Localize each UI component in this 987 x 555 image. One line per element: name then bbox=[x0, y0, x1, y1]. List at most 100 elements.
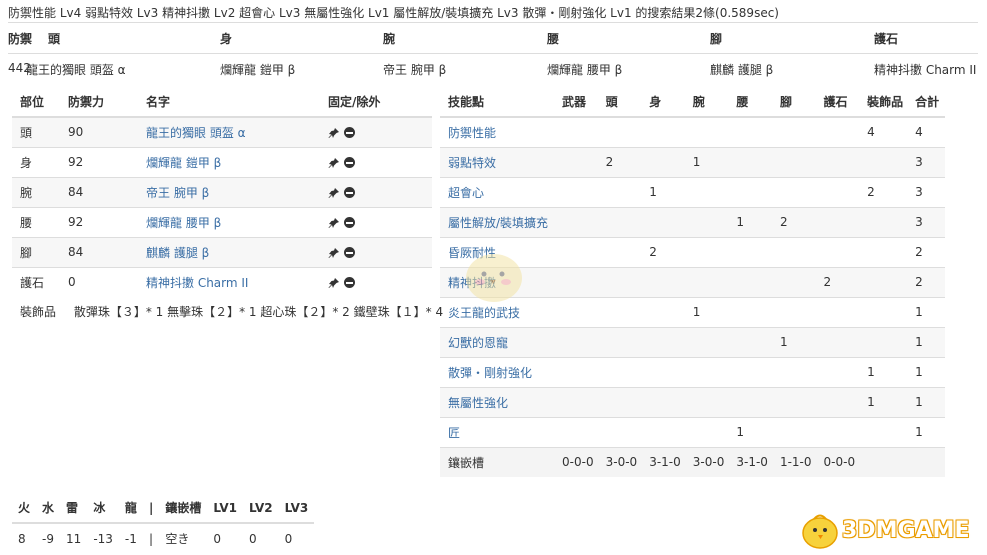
fix-exclude-cell bbox=[320, 237, 432, 267]
skill-row: 超會心 1 2 3 bbox=[440, 177, 946, 207]
exclude-icon[interactable] bbox=[344, 157, 355, 168]
equipment-part: 身 bbox=[20, 155, 33, 170]
pin-icon[interactable] bbox=[328, 157, 340, 169]
pin-icon[interactable] bbox=[328, 127, 340, 139]
equipment-name-link[interactable]: 帝王 腕甲 β bbox=[138, 177, 320, 207]
skill-point-cell bbox=[818, 327, 862, 357]
skill-point-cell bbox=[687, 267, 731, 297]
resistance-value-cell: 0 bbox=[248, 531, 257, 546]
skill-name-link[interactable]: 弱點特效 bbox=[440, 147, 556, 177]
equipment-name-link[interactable]: 爛輝龍 腰甲 β bbox=[138, 207, 320, 237]
skill-point-cell bbox=[556, 357, 600, 387]
pin-icon[interactable] bbox=[328, 277, 340, 289]
skill-point-cell bbox=[730, 147, 774, 177]
skill-point-cell bbox=[861, 417, 909, 447]
skill-point-cell bbox=[774, 297, 818, 327]
equipment-row: 腰 92 爛輝龍 腰甲 β bbox=[12, 207, 432, 237]
skill-point-cell bbox=[774, 387, 818, 417]
pin-icon[interactable] bbox=[328, 247, 340, 259]
skill-point-cell bbox=[600, 207, 644, 237]
skill-name-link[interactable]: 幻獸的恩寵 bbox=[440, 327, 556, 357]
skill-name-link[interactable]: 無屬性強化 bbox=[440, 387, 556, 417]
summary-body-item: 爛輝龍 鎧甲 β bbox=[220, 63, 296, 77]
skill-point-cell: 2 bbox=[649, 245, 657, 259]
exclude-icon[interactable] bbox=[344, 277, 355, 289]
skill-header-cell: 腰 bbox=[736, 95, 749, 109]
skill-point-cell: 1 bbox=[692, 305, 701, 319]
fix-exclude-cell bbox=[320, 207, 432, 237]
resistance-value-cell: 0 bbox=[213, 531, 221, 546]
exclude-icon[interactable] bbox=[344, 247, 355, 258]
skill-point-cell bbox=[730, 297, 774, 327]
skill-point-cell: 3 bbox=[915, 155, 923, 169]
skill-point-cell: 1 bbox=[867, 365, 875, 379]
equipment-defense: 84 bbox=[68, 185, 84, 199]
summary-charm-item: 精神抖擻 Charm II bbox=[874, 63, 977, 77]
mascot-watermark-icon bbox=[466, 254, 522, 302]
skill-point-cell bbox=[861, 327, 909, 357]
summary-header-row: 防禦 頭 身 腕 腰 腳 護石 bbox=[8, 22, 978, 53]
exclude-icon[interactable] bbox=[344, 187, 355, 198]
skill-point-cell: 1 bbox=[736, 215, 744, 229]
skill-header-cell: 武器 bbox=[562, 95, 587, 109]
equipment-name-link[interactable]: 精神抖擻 Charm II bbox=[138, 267, 320, 297]
slot-value: 0-0-0 bbox=[562, 455, 594, 470]
equipment-name-link[interactable]: 龍王的獨眼 頭盔 α bbox=[138, 117, 320, 147]
skill-point-cell: 1 bbox=[915, 365, 923, 379]
slot-value: 3-0-0 bbox=[605, 455, 638, 470]
slot-value: 0-0-0 bbox=[823, 455, 856, 470]
skill-name-link[interactable]: 防禦性能 bbox=[440, 117, 556, 147]
equipment-row: 頭 90 龍王的獨眼 頭盔 α bbox=[12, 117, 432, 147]
skill-point-cell bbox=[861, 297, 909, 327]
skill-row: 幻獸的恩寵 1 1 bbox=[440, 327, 946, 357]
skill-point-cell bbox=[818, 417, 862, 447]
skill-point-cell bbox=[774, 417, 818, 447]
skill-point-cell: 1 bbox=[915, 395, 923, 409]
equipment-defense: 92 bbox=[68, 215, 84, 229]
skill-name-link[interactable]: 散彈・剛射強化 bbox=[440, 357, 556, 387]
skill-point-cell bbox=[861, 147, 909, 177]
skill-point-cell bbox=[556, 267, 600, 297]
resistance-header-cell: LV2 bbox=[248, 500, 273, 515]
skill-header-cell: 身 bbox=[649, 95, 662, 109]
skill-point-cell: 2 bbox=[915, 275, 923, 289]
skill-point-cell bbox=[600, 417, 644, 447]
pin-icon[interactable] bbox=[328, 187, 340, 199]
skill-point-cell bbox=[687, 387, 731, 417]
resistance-value-cell: 8 bbox=[18, 531, 26, 546]
resistance-header-cell: 水 bbox=[42, 501, 55, 515]
equipment-part: 頭 bbox=[20, 125, 33, 140]
resistance-value-cell: 空き bbox=[165, 532, 190, 546]
skill-header-cell: 腳 bbox=[779, 95, 792, 109]
skill-point-cell bbox=[774, 177, 818, 207]
pin-icon[interactable] bbox=[328, 217, 340, 229]
slot-value: 3-1-0 bbox=[649, 455, 681, 470]
exclude-icon[interactable] bbox=[344, 217, 355, 228]
skill-point-cell bbox=[861, 267, 909, 297]
skill-name-link[interactable]: 屬性解放/裝填擴充 bbox=[440, 207, 556, 237]
skill-point-cell: 4 bbox=[867, 125, 875, 140]
summary-header-defense: 防禦 bbox=[8, 32, 33, 46]
skill-point-cell bbox=[818, 237, 862, 267]
skill-point-cell bbox=[556, 237, 600, 267]
equipment-name-link[interactable]: 麒麟 護腿 β bbox=[138, 237, 320, 267]
skill-point-cell bbox=[600, 267, 644, 297]
skill-point-cell: 1 bbox=[915, 425, 923, 439]
skill-point-cell: 1 bbox=[779, 335, 788, 349]
skill-point-cell bbox=[556, 147, 600, 177]
skill-header-cell: 腕 bbox=[692, 95, 705, 109]
skill-point-cell bbox=[556, 117, 600, 147]
skill-point-cell bbox=[687, 417, 731, 447]
equipment-part: 腰 bbox=[20, 215, 33, 230]
skill-point-cell bbox=[730, 117, 774, 147]
skill-header-cell: 技能點 bbox=[448, 95, 485, 109]
skill-name-link[interactable]: 超會心 bbox=[440, 177, 556, 207]
skill-name-link[interactable]: 匠 bbox=[440, 417, 556, 447]
skill-point-cell bbox=[687, 207, 731, 237]
skill-point-cell bbox=[774, 117, 818, 147]
skill-point-cell bbox=[643, 297, 687, 327]
equipment-name-link[interactable]: 爛輝龍 鎧甲 β bbox=[138, 147, 320, 177]
resistance-header-cell: 冰 bbox=[93, 501, 106, 515]
exclude-icon[interactable] bbox=[344, 127, 355, 139]
summary-result-row[interactable]: 442 龍王的獨眼 頭盔 α 爛輝龍 鎧甲 β 帝王 腕甲 β 爛輝龍 腰甲 β… bbox=[8, 53, 978, 84]
